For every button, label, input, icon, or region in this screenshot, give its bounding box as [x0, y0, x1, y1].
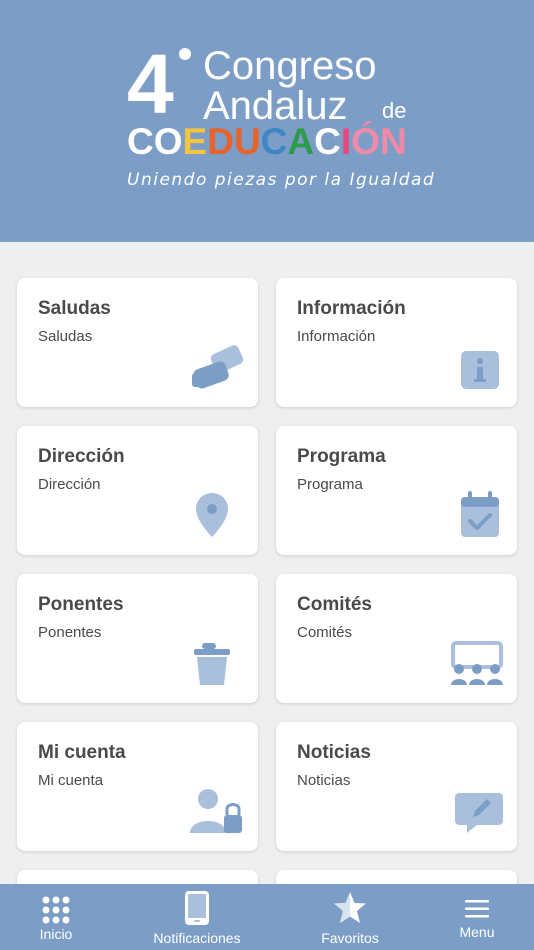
committee-icon: [451, 641, 503, 685]
tab-label-inicio: Inicio: [39, 926, 73, 942]
logo-line-congreso: Congreso: [203, 44, 377, 88]
hamburger-menu-icon: [465, 900, 489, 918]
tab-label-menu: Menu: [459, 924, 495, 940]
handshake-icon: [192, 345, 244, 389]
header-banner: 4 Congreso Andaluz de COEDUCACIÓN Uniend…: [0, 0, 534, 242]
card-title: Comités: [297, 594, 372, 615]
logo-tagline: Uniendo piezas por la Igualdad: [127, 170, 436, 190]
logo-coeducacion: COEDUCACIÓN: [127, 122, 407, 162]
card-noticias[interactable]: Noticias Noticias: [276, 722, 517, 851]
logo-letter: O: [153, 121, 183, 162]
logo-de: de: [382, 98, 407, 123]
card-title: Dirección: [38, 446, 125, 467]
card-ponentes[interactable]: Ponentes Ponentes: [17, 574, 258, 703]
bottom-tab-bar: Inicio Notificaciones Favoritos Menu: [0, 884, 534, 950]
logo-letter: C: [127, 121, 154, 162]
card-title: Saludas: [38, 298, 111, 319]
grid-dots-icon: [42, 896, 70, 924]
card-title: Noticias: [297, 742, 371, 763]
logo-letter: I: [340, 121, 352, 162]
map-pin-icon: [196, 493, 228, 537]
card-subtitle: Saludas: [38, 328, 93, 345]
card-subtitle: Programa: [297, 476, 363, 493]
card-direccion[interactable]: Dirección Dirección: [17, 426, 258, 555]
card-subtitle: Ponentes: [38, 624, 102, 641]
logo-ordinal-dot: [179, 48, 191, 60]
tab-label-notificaciones: Notificaciones: [153, 930, 241, 946]
congress-logo: 4 Congreso Andaluz de COEDUCACIÓN Uniend…: [127, 37, 434, 202]
tab-menu[interactable]: Menu: [440, 884, 514, 950]
info-icon: [461, 351, 499, 389]
card-title: Programa: [297, 446, 386, 467]
tab-inicio[interactable]: Inicio: [18, 884, 94, 950]
star-icon: [334, 892, 366, 923]
card-mi-cuenta[interactable]: Mi cuenta Mi cuenta: [17, 722, 258, 851]
logo-letter: C: [314, 121, 341, 162]
card-subtitle: Comités: [297, 624, 353, 641]
card-comites[interactable]: Comités Comités: [276, 574, 517, 703]
logo-number: 4: [127, 37, 174, 131]
card-title: Mi cuenta: [38, 742, 126, 763]
tab-favoritos[interactable]: Favoritos: [310, 884, 390, 950]
logo-letter: Ó: [351, 121, 380, 162]
logo-letter: D: [207, 121, 234, 162]
card-subtitle: Noticias: [297, 772, 351, 789]
logo-letter: C: [260, 121, 288, 162]
card-informacion[interactable]: Información Información: [276, 278, 517, 407]
card-title: Ponentes: [38, 594, 124, 615]
card-programa[interactable]: Programa Programa: [276, 426, 517, 555]
logo-letter: E: [182, 121, 208, 162]
logo-letter: A: [287, 121, 315, 162]
card-subtitle: Información: [297, 328, 376, 345]
tab-notificaciones[interactable]: Notificaciones: [140, 884, 254, 950]
user-lock-icon: [190, 789, 242, 833]
card-subtitle: Dirección: [38, 476, 101, 493]
logo-letter: U: [233, 121, 261, 162]
logo-line-andaluz: Andaluz: [203, 84, 348, 128]
card-subtitle: Mi cuenta: [38, 772, 104, 789]
card-saludas[interactable]: Saludas Saludas: [17, 278, 258, 407]
card-title: Información: [297, 298, 406, 319]
comment-edit-icon: [455, 793, 503, 833]
logo-letter: N: [379, 121, 407, 162]
phone-icon: [185, 891, 209, 925]
calendar-check-icon: [461, 491, 499, 537]
podium-icon: [194, 643, 230, 685]
tab-label-favoritos: Favoritos: [321, 930, 379, 946]
